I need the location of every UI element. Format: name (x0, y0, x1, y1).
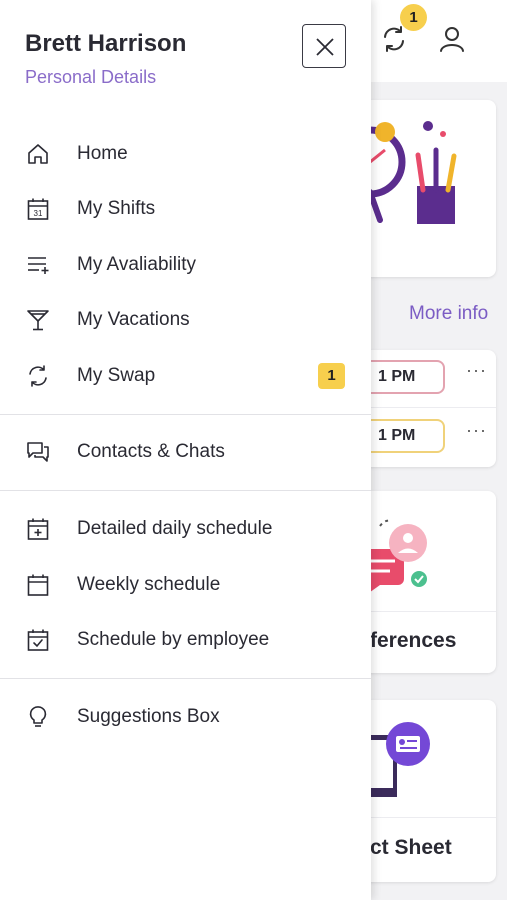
calendar-31-icon: 31 (27, 198, 49, 220)
menu-item-label: My Shifts (77, 198, 156, 219)
close-icon (316, 38, 334, 56)
user-name: Brett Harrison (25, 30, 187, 57)
menu-item-my-vacations[interactable]: My Vacations (0, 295, 371, 345)
more-options-icon[interactable]: ··· (466, 420, 487, 441)
menu-item-my-shifts[interactable]: 31 My Shifts (0, 184, 371, 234)
menu-item-label: Suggestions Box (77, 706, 220, 727)
section-divider (0, 490, 371, 491)
menu-item-my-swap[interactable]: My Swap 1 (0, 351, 371, 401)
more-info-link[interactable]: More info (409, 303, 488, 325)
menu-item-schedule-by-employee[interactable]: Schedule by employee (0, 615, 371, 665)
notification-badge: 1 (400, 4, 427, 31)
menu-item-label: Weekly schedule (77, 574, 221, 595)
swap-icon[interactable] (379, 24, 409, 54)
menu-item-label: My Swap (77, 365, 156, 386)
calendar-plus-icon (27, 518, 49, 540)
swap-icon (29, 365, 47, 387)
menu-item-label: My Vacations (77, 309, 190, 330)
card-title: ferences (370, 629, 457, 652)
menu-item-suggestions-box[interactable]: Suggestions Box (0, 692, 371, 742)
calendar-icon (27, 574, 49, 596)
calendar-check-icon (27, 629, 49, 651)
menu-item-label: Schedule by employee (77, 629, 270, 650)
menu-item-weekly-schedule[interactable]: Weekly schedule (0, 560, 371, 610)
user-icon[interactable] (437, 24, 467, 54)
list-add-icon (28, 257, 49, 274)
svg-text:31: 31 (34, 209, 43, 218)
menu-item-label: My Avaliability (77, 254, 196, 275)
menu-item-label: Detailed daily schedule (77, 518, 273, 539)
menu-item-home[interactable]: Home (0, 129, 371, 179)
menu-item-detailed-daily-schedule[interactable]: Detailed daily schedule (0, 504, 371, 554)
section-divider (0, 678, 371, 679)
menu-item-label: Contacts & Chats (77, 441, 225, 462)
more-options-icon[interactable]: ··· (466, 360, 487, 381)
cocktail-icon (27, 310, 49, 331)
home-icon (28, 144, 48, 164)
menu-item-label: Home (77, 143, 128, 164)
menu-item-my-availability[interactable]: My Avaliability (0, 240, 371, 290)
section-divider (0, 414, 371, 415)
lightbulb-icon (29, 706, 47, 727)
close-button[interactable] (302, 24, 346, 68)
swap-count-badge: 1 (318, 363, 345, 389)
personal-details-link[interactable]: Personal Details (25, 67, 156, 88)
navigation-drawer: Brett Harrison Personal Details Home 31 … (0, 0, 371, 900)
card-title: ct Sheet (370, 836, 452, 859)
menu-item-contacts-chats[interactable]: Contacts & Chats (0, 427, 371, 477)
chat-icon (27, 442, 49, 462)
